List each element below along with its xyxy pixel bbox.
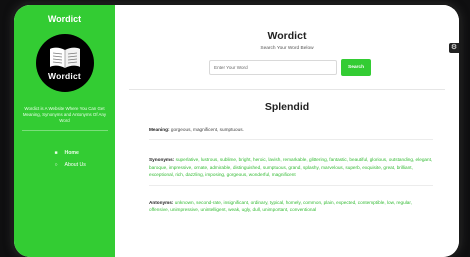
app-window: Wordict Wordict Wordict is A Website Whe… (14, 5, 459, 257)
page-title: Wordict (267, 30, 307, 42)
site-tagline: Wordict is A Website Where You Can Get M… (22, 106, 107, 123)
divider (149, 139, 433, 141)
meaning-label: Meaning: (149, 127, 170, 132)
meaning-section: Meaning: gorgeous, magnificent, sumptuou… (149, 126, 433, 133)
sidebar-item-label: About Us (64, 162, 86, 168)
search-bar: Search (115, 59, 459, 76)
antonyms-section: Antonyms: unknown, second-rate, insignif… (149, 199, 433, 214)
info-icon: ○ (54, 162, 58, 168)
antonyms-label: Antonyms: (149, 199, 174, 205)
search-input[interactable] (209, 60, 337, 75)
book-icon (49, 47, 80, 68)
gear-icon[interactable]: ⚙ (449, 43, 459, 53)
sidebar-brand: Wordict (47, 14, 82, 24)
synonyms-label: Synonyms: (149, 157, 175, 163)
divider (129, 89, 445, 90)
synonyms-text: superlative, lustrous, sublime, bright, … (149, 157, 433, 178)
page-subtitle: Search Your Word Below (260, 46, 314, 51)
sidebar-item-about-us[interactable]: ○ About Us (22, 159, 108, 171)
divider (149, 184, 433, 186)
site-logo: Wordict (35, 34, 94, 92)
meaning-text: gorgeous, magnificent, sumptuous. (170, 127, 244, 132)
result-word: Splendid (264, 101, 310, 113)
synonyms-section: Synonyms: superlative, lustrous, sublime… (149, 156, 433, 178)
sidebar-item-home[interactable]: ■ Home (22, 147, 108, 159)
sidebar-divider (21, 130, 108, 131)
antonyms-text: unknown, second-rate, insignificant, ord… (149, 199, 412, 213)
main-content: Wordict Search Your Word Below Search Sp… (115, 5, 459, 257)
logo-text: Wordict (48, 70, 81, 81)
home-icon: ■ (54, 150, 58, 156)
header: Wordict Search Your Word Below Search (115, 30, 459, 76)
sidebar-item-label: Home (64, 150, 79, 156)
sidebar-nav: ■ Home ○ About Us (22, 147, 108, 171)
search-button[interactable]: Search (341, 59, 371, 76)
sidebar: Wordict Wordict Wordict is A Website Whe… (14, 5, 115, 257)
